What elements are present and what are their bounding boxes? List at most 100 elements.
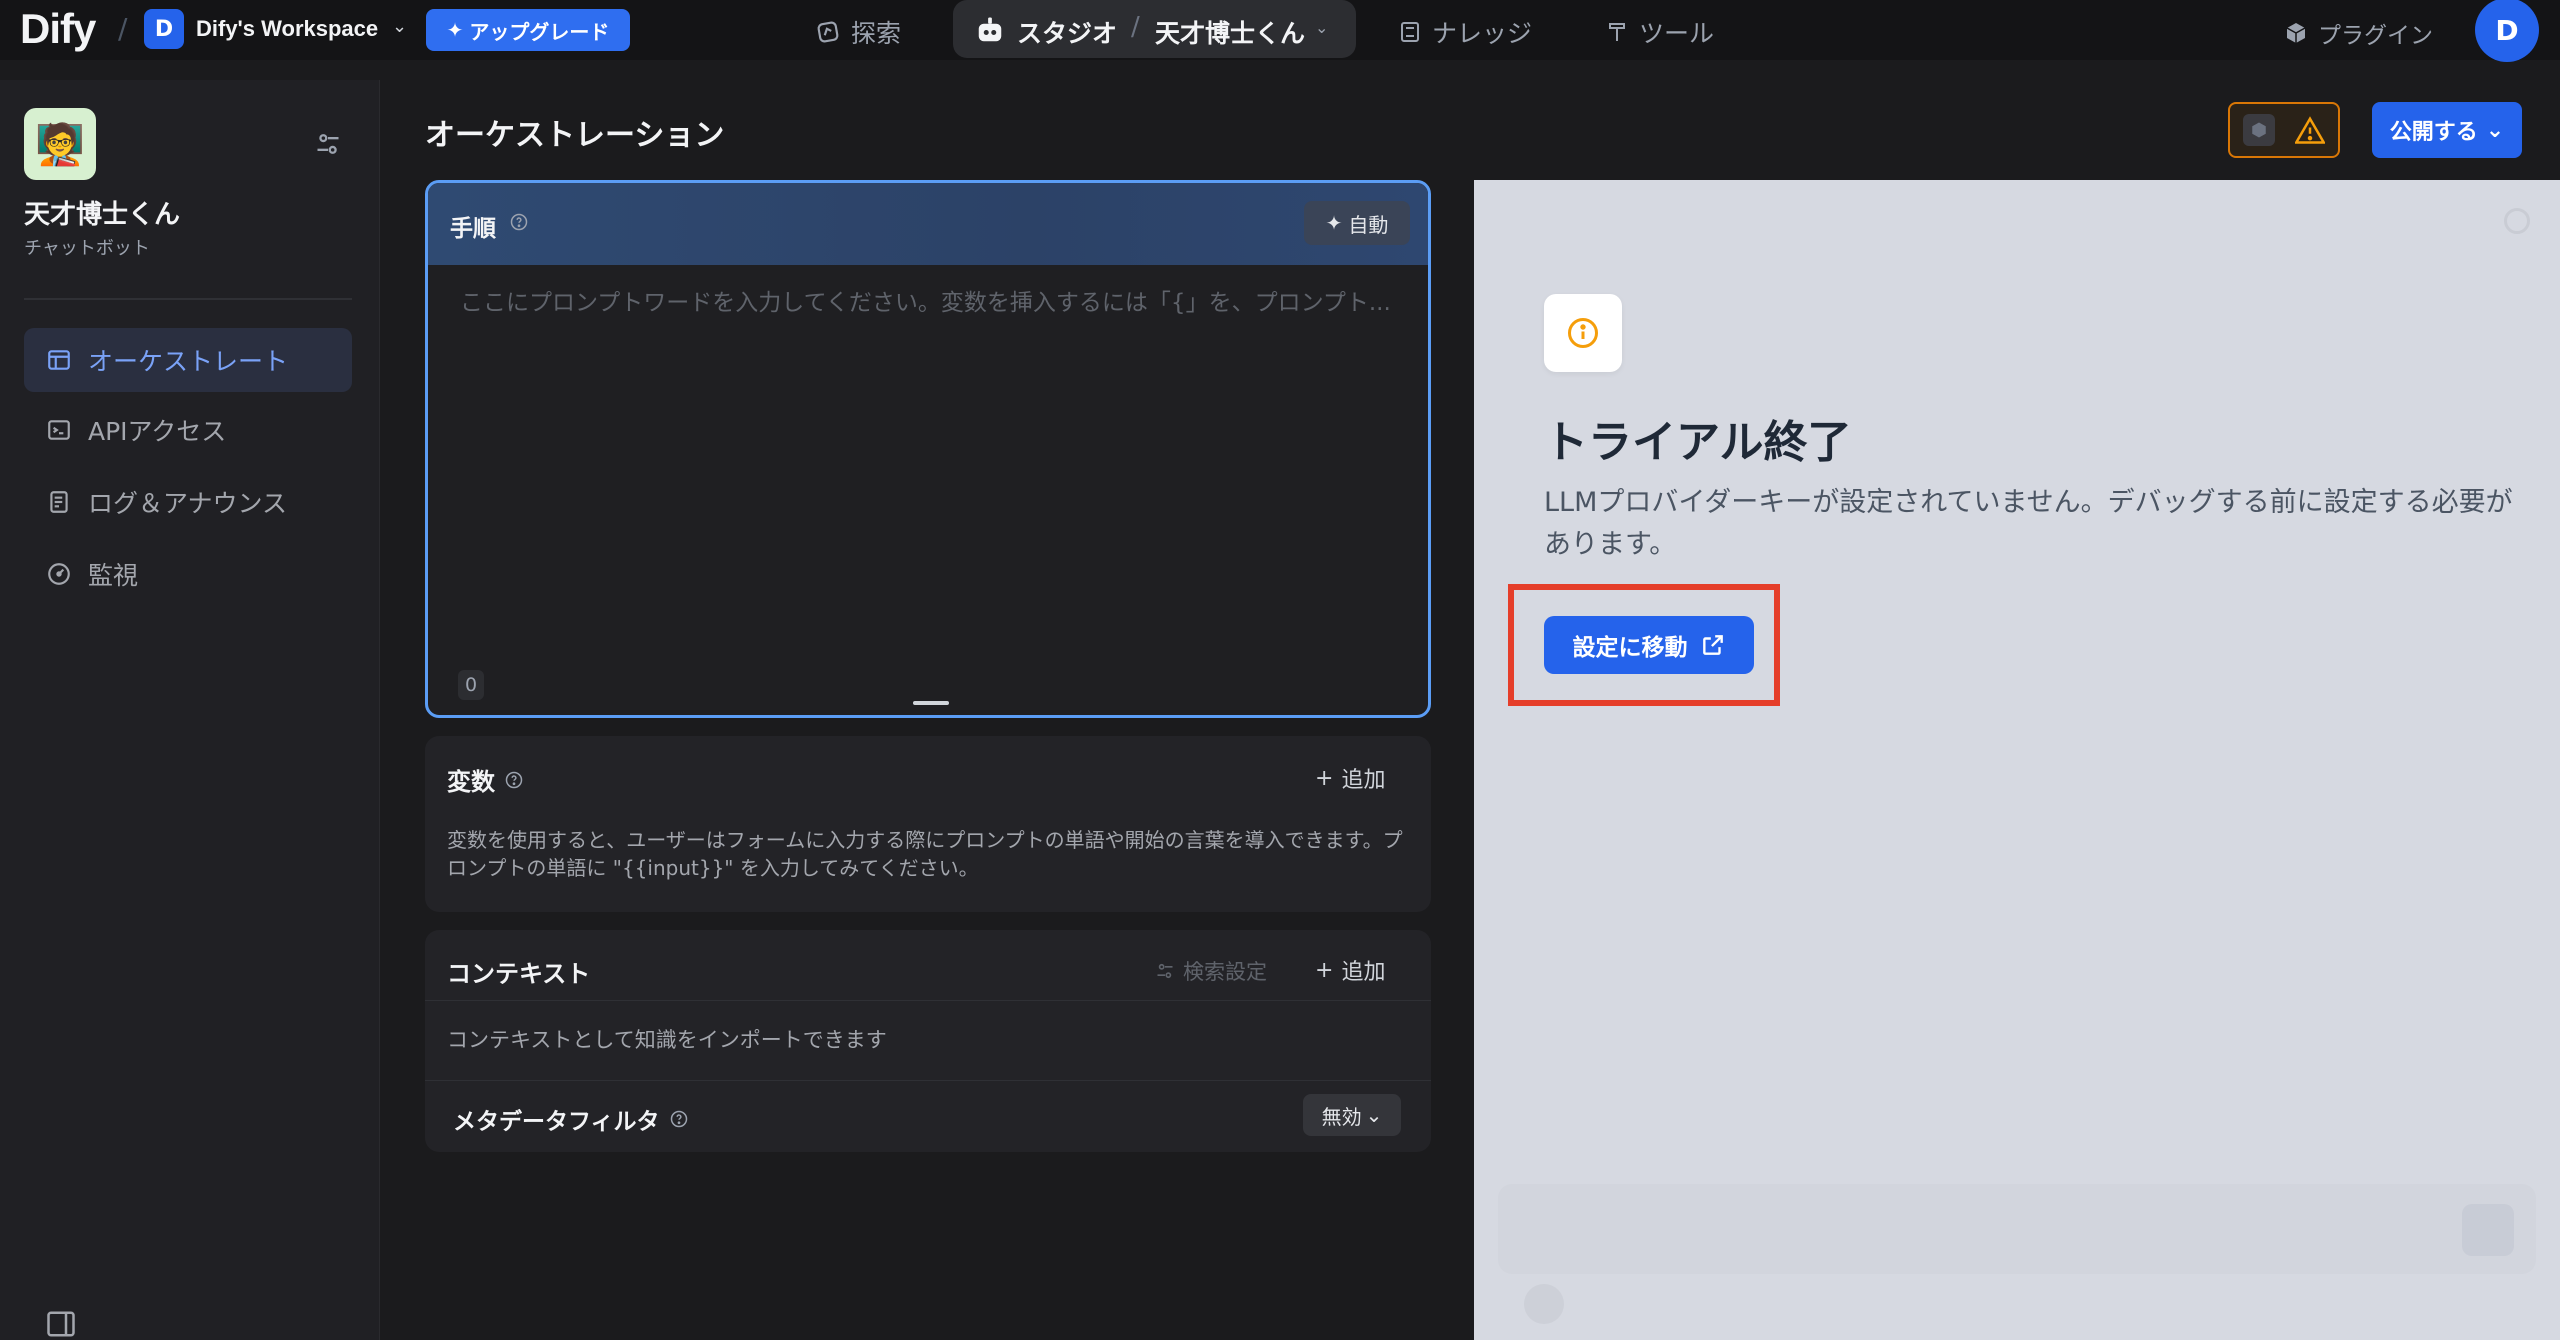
add-label: 追加 [1341,960,1386,985]
document-icon [50,491,68,513]
warning-icon [2295,116,2325,144]
user-avatar[interactable]: D [2475,0,2539,62]
help-icon[interactable] [510,213,528,231]
app-type: チャットボット [24,238,150,259]
retrieval-settings-button[interactable]: 検索設定 [1155,956,1267,986]
cube-icon [2243,114,2275,146]
publish-label: 公開する [2389,120,2478,145]
sidebar-collapse-icon[interactable] [46,1310,76,1338]
plus-icon: + [1315,957,1334,983]
prompt-title: 手順 [450,216,496,242]
add-context-button[interactable]: + 追加 [1315,954,1385,986]
context-title: コンテキスト [447,960,591,988]
resize-handle[interactable] [913,701,949,705]
divider [24,298,352,300]
model-avatar-obscured [1524,1284,1564,1324]
prompt-input[interactable]: ここにプロンプトワードを入力してください。変数を挿入するには「{」を、プロンプト… [460,283,1391,317]
sidebar-item-orchestrate[interactable]: オーケストレート [24,328,352,392]
app-icon: 🧑‍🏫 [24,108,96,180]
refresh-icon [2504,208,2530,234]
char-count: 0 [458,670,484,700]
page-title: オーケストレーション [425,118,725,153]
book-icon [1401,22,1419,42]
go-to-settings-label: 設定に移動 [1572,635,1688,661]
help-icon[interactable] [670,1110,688,1128]
external-link-icon [1702,635,1723,655]
robot-icon [978,17,1002,42]
add-variable-button[interactable]: + 追加 [1315,762,1385,794]
trial-ended-title: トライアル終了 [1544,417,1852,468]
warning-button[interactable] [2228,102,2340,158]
sidebar-item-monitoring[interactable]: 監視 [24,542,352,606]
gauge-icon [48,563,70,585]
window-icon [48,350,70,370]
sidebar-item-label: オーケストレート [88,347,289,376]
sidebar-item-api-access[interactable]: APIアクセス [24,398,352,462]
app-name: 天才博士くん [24,200,181,230]
variables-description: 変数を使用すると、ユーザーはフォームに入力する際にプロンプトの単語や開始の言葉を… [447,828,1403,880]
variables-section: 変数 + 追加 変数を使用すると、ユーザーはフォームに入力する際にプロンプトの単… [425,736,1431,912]
info-icon [1544,294,1622,372]
workspace-name[interactable]: Dify's Workspace [196,16,378,42]
sidebar-item-label: ログ＆アナウンス [88,489,288,518]
chevron-down-icon: ⌄ [2485,117,2505,143]
divider [425,1000,1431,1001]
trial-ended-description: LLMプロバイダーキーが設定されていません。デバッグする前に設定する必要がありま… [1544,487,2513,560]
add-label: 追加 [1341,768,1386,793]
nav-plugins-label: プラグイン [2318,23,2433,49]
terminal-icon [48,420,70,440]
compass-icon [817,21,839,43]
current-app-name[interactable]: 天才博士くん [1155,14,1305,50]
metadata-filter-value: 無効 [1321,1104,1362,1129]
help-icon[interactable] [505,771,523,789]
chevron-down-icon: ⌄ [1365,1103,1383,1127]
metadata-filter-title-row: メタデータフィルタ [453,1102,688,1136]
top-navigation-bar: Dify / D Dify's Workspace ⌄ ✦ アップグレード 探索… [0,0,2560,62]
nav-explore-label: 探索 [851,19,902,48]
breadcrumb-separator: / [118,12,128,45]
nav-studio-label: スタジオ [1017,19,1118,48]
variables-title: 変数 [447,768,495,796]
prompt-editor: 手順 ✦ 自動 ここにプロンプトワードを入力してください。変数を挿入するには「{… [425,180,1431,718]
nav-knowledge-label: ナレッジ [1432,19,1533,48]
nav-explore[interactable]: 探索 [815,14,901,50]
publish-button[interactable]: 公開する ⌄ [2372,102,2522,158]
hammer-icon [1609,23,1625,41]
debug-preview-panel: トライアル終了 LLMプロバイダーキーが設定されていません。デバッグする前に設定… [1474,180,2560,1340]
dify-logo[interactable]: Dify [20,2,96,56]
chat-input-obscured [1498,1184,2536,1274]
sidebar-item-logs[interactable]: ログ＆アナウンス [24,470,352,534]
variables-title-row: 変数 [447,762,523,797]
workspace-avatar[interactable]: D [144,9,184,49]
retrieval-settings-label: 検索設定 [1183,960,1267,984]
sidebar-item-label: APIアクセス [88,417,227,446]
sliders-icon[interactable] [314,130,342,158]
metadata-filter-label: メタデータフィルタ [453,1109,660,1135]
context-section: コンテキスト 検索設定 + 追加 コンテキストとして知識をインポートできます メ… [425,930,1431,1152]
nav-plugins[interactable]: プラグイン [2284,16,2433,50]
go-to-settings-button[interactable]: 設定に移動 [1544,616,1754,674]
upgrade-label: アップグレード [469,19,610,44]
nav-knowledge[interactable]: ナレッジ [1398,14,1532,50]
auto-label: 自動 [1348,212,1389,237]
auto-generate-button[interactable]: ✦ 自動 [1304,201,1410,245]
send-icon [2462,1204,2514,1256]
plus-icon: + [1315,765,1334,791]
chevron-down-icon[interactable]: ⌄ [1315,18,1328,37]
prompt-editor-header: 手順 ✦ 自動 [428,183,1428,265]
app-sidebar: 🧑‍🏫 天才博士くん チャットボット オーケストレート APIアクセス ログ＆ア… [0,80,380,1340]
divider [425,1080,1431,1081]
context-description: コンテキストとして知識をインポートできます [447,1028,887,1052]
sparkle-icon: ✦ [1325,211,1343,235]
nav-studio[interactable]: スタジオ / 天才博士くん ⌄ [953,0,1356,58]
breadcrumb-separator: / [1131,12,1140,42]
cube-icon [2286,23,2306,43]
upgrade-button[interactable]: ✦ アップグレード [426,9,630,51]
chevron-down-icon[interactable]: ⌄ [392,16,407,37]
sparkle-icon: ✦ [446,18,464,42]
nav-tools[interactable]: ツール [1605,14,1714,50]
metadata-filter-select[interactable]: 無効 ⌄ [1303,1094,1401,1136]
nav-tools-label: ツール [1639,19,1715,48]
sidebar-item-label: 監視 [88,561,139,590]
sliders-icon [1157,963,1173,979]
